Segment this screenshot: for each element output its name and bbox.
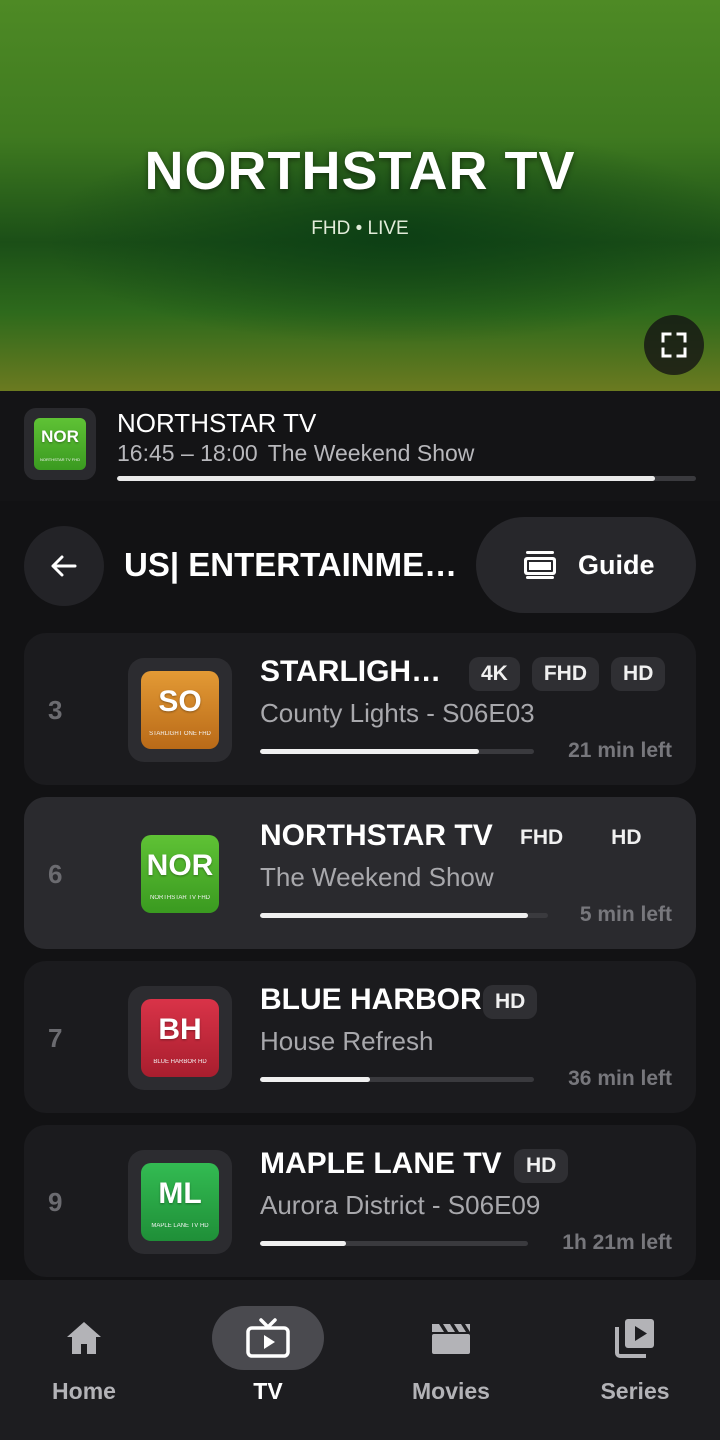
quality-badge: HD [483,985,538,1019]
quality-badge: HD [514,1149,569,1183]
time-left: 1h 21m left [562,1231,672,1254]
quality-badge: FHD [531,657,600,691]
fullscreen-icon [661,332,687,358]
program-progress-fill [260,749,480,754]
nav-label: TV [253,1378,283,1404]
quality-badge: FHD [520,826,564,849]
fullscreen-button[interactable] [644,315,704,375]
nav-label: Movies [412,1378,490,1404]
now-playing-time-range: 16:45 – 18:00 [117,440,258,466]
quality-badge: HD [611,826,642,849]
channel-logo: NOR NORTHSTAR TV FHD [128,822,232,926]
video-player[interactable]: NORTHSTAR TV FHD • LIVE [0,0,720,391]
program-progress-fill [260,1077,370,1082]
now-playing-progress-fill [117,476,656,481]
channel-name: BLUE HARBOR [260,983,482,1016]
channel-number: 7 [48,1023,63,1053]
logo-caption: NORTHSTAR TV FHD [39,457,80,462]
quality-badge: 4K [469,657,520,691]
now-playing-logo: NOR NORTHSTAR TV FHD [24,408,96,480]
quality-badges: HD [514,1149,569,1183]
channel-program: Aurora District - S06E09 [260,1190,541,1220]
program-progress [260,913,548,918]
nav-icon-pill [579,1306,691,1370]
program-progress [260,1241,528,1246]
quality-badges: 4K FHD HD [469,657,666,691]
logo-caption: BLUE HARBOR HD [153,1059,207,1065]
clapperboard-icon [432,1324,470,1354]
program-progress [260,1077,534,1082]
tv-icon [246,1318,290,1358]
channel-program: House Refresh [260,1026,434,1056]
channel-row[interactable]: 3 SO STARLIGHT ONE FHD STARLIGHT ONE 4K … [24,633,696,785]
channel-number: 9 [48,1187,63,1217]
now-playing-title: NORTHSTAR TV [117,408,317,438]
logo-abbreviation: BH [158,1013,202,1046]
logo-caption: NORTHSTAR TV FHD [149,895,210,901]
channel-row[interactable]: 7 BH BLUE HARBOR HD BLUE HARBOR HD House… [24,961,696,1113]
channel-name: STARLIGHT ONE [260,655,452,688]
nav-series[interactable]: Series [565,1306,705,1416]
home-icon [67,1322,101,1354]
channel-name: MAPLE LANE TV [260,1147,502,1180]
channel-number: 3 [48,695,63,725]
logo-caption: STARLIGHT ONE FHD [149,731,211,737]
guide-icon [524,551,556,579]
guide-label: Guide [578,549,655,580]
bottom-navigation: Home TV Movies Series [0,1280,720,1440]
channel-row[interactable]: 9 ML MAPLE LANE TV HD MAPLE LANE TV HD A… [24,1125,696,1277]
time-left: 21 min left [568,739,672,762]
series-icon [615,1319,654,1358]
nav-icon-pill [395,1306,507,1370]
logo-caption: MAPLE LANE TV HD [151,1223,209,1229]
guide-button[interactable]: Guide [476,517,696,613]
channel-program: County Lights - S06E03 [260,698,535,728]
now-playing-program-line: 16:45 – 18:00 The Weekend Show [117,440,474,467]
logo-abbreviation: SO [158,685,202,718]
quality-badges: HD [483,985,538,1019]
nav-label: Home [52,1378,116,1404]
channel-program: The Weekend Show [260,862,494,892]
channel-logo: SO STARLIGHT ONE FHD [128,658,232,762]
nav-icon-pill [28,1306,140,1370]
program-progress-fill [260,1241,346,1246]
logo-abbreviation: NOR [41,427,79,446]
time-left: 36 min left [568,1067,672,1090]
channel-row-active[interactable]: 6 NOR NORTHSTAR TV FHD NORTHSTAR TV FHD … [24,797,696,949]
player-subtitle: FHD • LIVE [311,218,409,239]
back-button[interactable] [24,526,104,606]
category-title: US| ENTERTAINMENT [124,546,459,583]
arrow-left-icon [51,555,77,577]
channel-name: NORTHSTAR TV [260,819,493,852]
channel-logo-tile: NOR NORTHSTAR TV FHD [141,835,219,913]
channel-logo: ML MAPLE LANE TV HD [128,1150,232,1254]
program-progress-fill [260,913,528,918]
nav-icon-pill [212,1306,324,1370]
nav-movies[interactable]: Movies [381,1306,521,1416]
channel-logo-tile: NOR NORTHSTAR TV FHD [34,418,86,470]
channel-list[interactable]: 3 SO STARLIGHT ONE FHD STARLIGHT ONE 4K … [24,633,696,1280]
now-playing-bar[interactable]: NOR NORTHSTAR TV FHD NORTHSTAR TV 16:45 … [0,391,720,501]
app-root: NORTHSTAR TV FHD • LIVE NOR NORTHSTAR TV… [0,0,720,1440]
channel-number: 6 [48,859,63,889]
time-left: 5 min left [579,903,672,926]
channel-logo-tile: SO STARLIGHT ONE FHD [141,671,219,749]
program-progress [260,749,534,754]
channel-logo-tile: ML MAPLE LANE TV HD [141,1163,219,1241]
logo-abbreviation: NOR [146,849,214,882]
logo-abbreviation: ML [158,1177,202,1210]
nav-home[interactable]: Home [14,1306,154,1416]
player-channel-title: NORTHSTAR TV [144,141,576,201]
now-playing-program: The Weekend Show [267,440,475,466]
channel-logo: BH BLUE HARBOR HD [128,986,232,1090]
quality-badges: FHD HD [508,821,654,855]
nav-label: Series [600,1378,670,1404]
channel-logo-tile: BH BLUE HARBOR HD [141,999,219,1077]
now-playing-progress [117,476,696,481]
quality-badge: HD [611,657,666,691]
nav-tv[interactable]: TV [198,1306,338,1416]
